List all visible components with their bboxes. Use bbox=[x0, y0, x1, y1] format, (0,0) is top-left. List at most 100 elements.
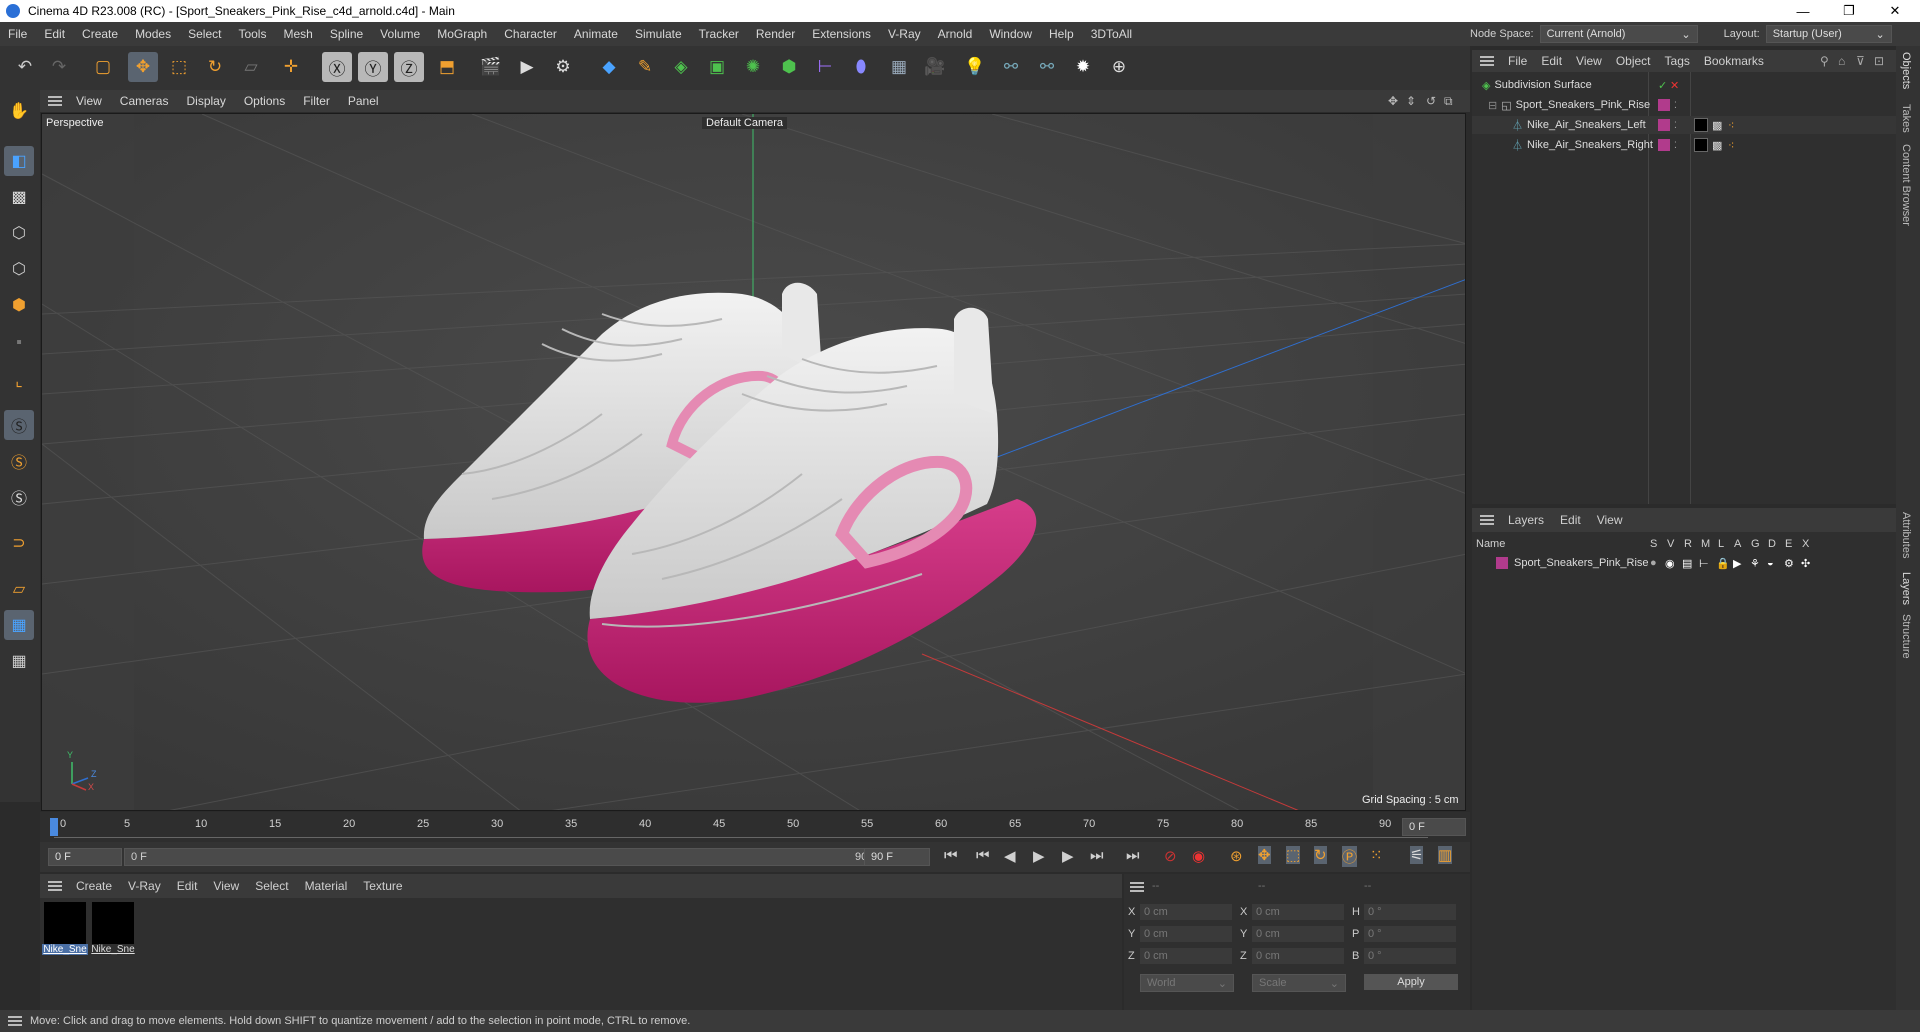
undo-icon[interactable]: ↶ bbox=[10, 52, 40, 82]
maximize-button[interactable]: ❐ bbox=[1826, 0, 1872, 22]
hamburger-icon[interactable] bbox=[48, 881, 62, 891]
object-row-sneaker-right[interactable]: ⏃ Nike_Air_Sneakers_Right ⁚ ▩ ⁖ bbox=[1472, 136, 1896, 154]
expression-icon[interactable]: ⚙ bbox=[1784, 557, 1794, 570]
locked-workplane-icon[interactable]: ▦ bbox=[4, 646, 34, 676]
layer-color-swatch[interactable] bbox=[1496, 557, 1508, 569]
generator-icon[interactable]: ⚘ bbox=[1750, 557, 1760, 570]
menu-window[interactable]: Window bbox=[989, 27, 1032, 41]
object-row-sport-sneakers[interactable]: ⊟ ◱ Sport_Sneakers_Pink_Rise ⁚ bbox=[1472, 96, 1896, 114]
previous-key-icon[interactable]: ⏮ bbox=[976, 847, 990, 864]
object-menu-file[interactable]: File bbox=[1508, 54, 1527, 68]
transform-mode-dropdown[interactable]: Scale ⌄ bbox=[1252, 974, 1346, 992]
rotate-tool-icon[interactable]: ↻ bbox=[200, 52, 230, 82]
tab-layers[interactable]: Layers bbox=[1900, 572, 1912, 605]
object-menu-tags[interactable]: Tags bbox=[1665, 54, 1690, 68]
position-z-field[interactable]: 0 cm bbox=[1140, 948, 1232, 964]
menu-extensions[interactable]: Extensions bbox=[812, 27, 871, 41]
timeline-icon[interactable]: ▥ bbox=[1438, 846, 1453, 864]
menu-file[interactable]: File bbox=[8, 27, 27, 41]
layout-dropdown[interactable]: Startup (User) ⌄ bbox=[1765, 25, 1892, 43]
x-axis-lock-icon[interactable]: Ⓧ bbox=[322, 52, 352, 82]
material-tag-icon[interactable] bbox=[1694, 118, 1708, 132]
coordinate-system-icon[interactable]: ⬒ bbox=[432, 52, 462, 82]
axis-mode-icon[interactable]: ⌞ bbox=[4, 366, 34, 396]
render-view-icon[interactable]: ▶ bbox=[512, 52, 542, 82]
current-frame-field[interactable]: 0 F bbox=[1402, 818, 1466, 836]
close-button[interactable]: ✕ bbox=[1872, 0, 1918, 22]
node-space-dropdown[interactable]: Current (Arnold) ⌄ bbox=[1539, 25, 1698, 43]
menu-mesh[interactable]: Mesh bbox=[283, 27, 312, 41]
material-menu-view[interactable]: View bbox=[213, 879, 239, 893]
menu-create[interactable]: Create bbox=[82, 27, 118, 41]
y-axis-lock-icon[interactable]: Ⓨ bbox=[358, 52, 388, 82]
viewport-menu-display[interactable]: Display bbox=[186, 94, 225, 108]
material-menu-select[interactable]: Select bbox=[255, 879, 288, 893]
animation-icon[interactable]: ▶ bbox=[1733, 557, 1741, 570]
render-region-icon[interactable]: 🎬 bbox=[476, 52, 506, 82]
new-window-icon[interactable]: ⊡ bbox=[1874, 54, 1884, 68]
cube-primitive-icon[interactable]: ◆ bbox=[594, 52, 624, 82]
cloner-icon[interactable]: ✺ bbox=[738, 52, 768, 82]
polygons-mode-icon[interactable]: ⬢ bbox=[4, 290, 34, 320]
hamburger-icon[interactable] bbox=[1480, 56, 1494, 66]
extrude-icon[interactable]: ▣ bbox=[702, 52, 732, 82]
layers-menu-view[interactable]: View bbox=[1597, 513, 1623, 527]
3d-viewport[interactable]: Perspective Default Camera Grid Spacing … bbox=[41, 113, 1466, 811]
recent-tool-icon[interactable]: ▱ bbox=[236, 52, 266, 82]
object-row-sneaker-left[interactable]: ⏃ Nike_Air_Sneakers_Left ⁚ ▩ ⁖ bbox=[1472, 116, 1896, 134]
viewport-menu-filter[interactable]: Filter bbox=[303, 94, 330, 108]
key-parameter-icon[interactable]: Ⓟ bbox=[1342, 846, 1358, 867]
material-tag-icon[interactable] bbox=[1694, 138, 1708, 152]
menu-tracker[interactable]: Tracker bbox=[699, 27, 739, 41]
viewport-menu-options[interactable]: Options bbox=[244, 94, 285, 108]
menu-simulate[interactable]: Simulate bbox=[635, 27, 682, 41]
minimize-button[interactable]: — bbox=[1780, 0, 1826, 22]
selection-tag-icon[interactable]: ⁖ bbox=[1728, 139, 1734, 152]
subdivision-icon[interactable]: ◈ bbox=[666, 52, 696, 82]
position-x-field[interactable]: 0 cm bbox=[1140, 904, 1232, 920]
layer-color-swatch[interactable] bbox=[1658, 99, 1670, 111]
menu-mograph[interactable]: MoGraph bbox=[437, 27, 487, 41]
tab-structure[interactable]: Structure bbox=[1900, 614, 1912, 659]
enabled-check-icon[interactable]: ✓ bbox=[1658, 79, 1667, 92]
visibility-dots-icon[interactable]: ⁚ bbox=[1674, 100, 1677, 111]
mograph-icon[interactable]: ⬢ bbox=[774, 52, 804, 82]
key-pla-icon[interactable]: ⁙ bbox=[1370, 846, 1383, 864]
rotation-p-field[interactable]: 0 ° bbox=[1364, 926, 1456, 942]
material-menu-edit[interactable]: Edit bbox=[177, 879, 198, 893]
end-frame-field[interactable]: 90 F bbox=[864, 848, 930, 866]
workplane-icon[interactable]: ▱ bbox=[4, 574, 34, 604]
key-rotation-icon[interactable]: ↻ bbox=[1314, 846, 1327, 864]
redo-icon[interactable]: ↷ bbox=[44, 52, 74, 82]
size-x-field[interactable]: 0 cm bbox=[1252, 904, 1344, 920]
material-swatch[interactable]: Nike_Sne bbox=[42, 900, 88, 962]
collapse-icon[interactable]: ⊟ bbox=[1488, 99, 1497, 112]
layer-color-swatch[interactable] bbox=[1658, 139, 1670, 151]
viewport-maximize-icon[interactable]: ⧉ bbox=[1444, 94, 1453, 109]
autokey-icon[interactable]: ◉ bbox=[1192, 847, 1205, 865]
keyframe-selection-icon[interactable]: ⊛ bbox=[1230, 847, 1243, 865]
frame-range-slider[interactable]: 0 F 90 F bbox=[124, 848, 884, 866]
menu-tools[interactable]: Tools bbox=[238, 27, 266, 41]
render-icon[interactable]: ▤ bbox=[1682, 557, 1692, 570]
floor-icon[interactable]: ▦ bbox=[884, 52, 914, 82]
uvw-tag-icon[interactable]: ▩ bbox=[1712, 139, 1722, 152]
rotation-h-field[interactable]: 0 ° bbox=[1364, 904, 1456, 920]
snap-icon[interactable]: Ⓢ bbox=[4, 410, 34, 440]
layer-color-swatch[interactable] bbox=[1658, 119, 1670, 131]
record-icon[interactable]: ⊘ bbox=[1164, 847, 1177, 865]
tab-objects[interactable]: Objects bbox=[1900, 52, 1912, 89]
edges-mode-icon[interactable]: ⬡ bbox=[4, 254, 34, 284]
size-y-field[interactable]: 0 cm bbox=[1252, 926, 1344, 942]
next-key-icon[interactable]: ⏭ bbox=[1090, 847, 1104, 864]
viewport-menu-view[interactable]: View bbox=[76, 94, 102, 108]
xref-icon[interactable]: ✣ bbox=[1801, 557, 1810, 570]
layer-row[interactable]: Sport_Sneakers_Pink_Rise ● ◉ ▤ ⊢ 🔒 ▶ ⚘ ◒… bbox=[1472, 554, 1896, 572]
eye-icon[interactable]: ◉ bbox=[1665, 557, 1675, 570]
previous-frame-icon[interactable]: ◀ bbox=[1004, 847, 1016, 865]
tab-content-browser[interactable]: Content Browser bbox=[1900, 144, 1912, 226]
go-to-end-icon[interactable]: ⏭ bbox=[1126, 847, 1140, 864]
field-icon[interactable]: ⬮ bbox=[846, 52, 876, 82]
light-icon[interactable]: 💡 bbox=[960, 52, 990, 82]
object-menu-edit[interactable]: Edit bbox=[1541, 54, 1562, 68]
